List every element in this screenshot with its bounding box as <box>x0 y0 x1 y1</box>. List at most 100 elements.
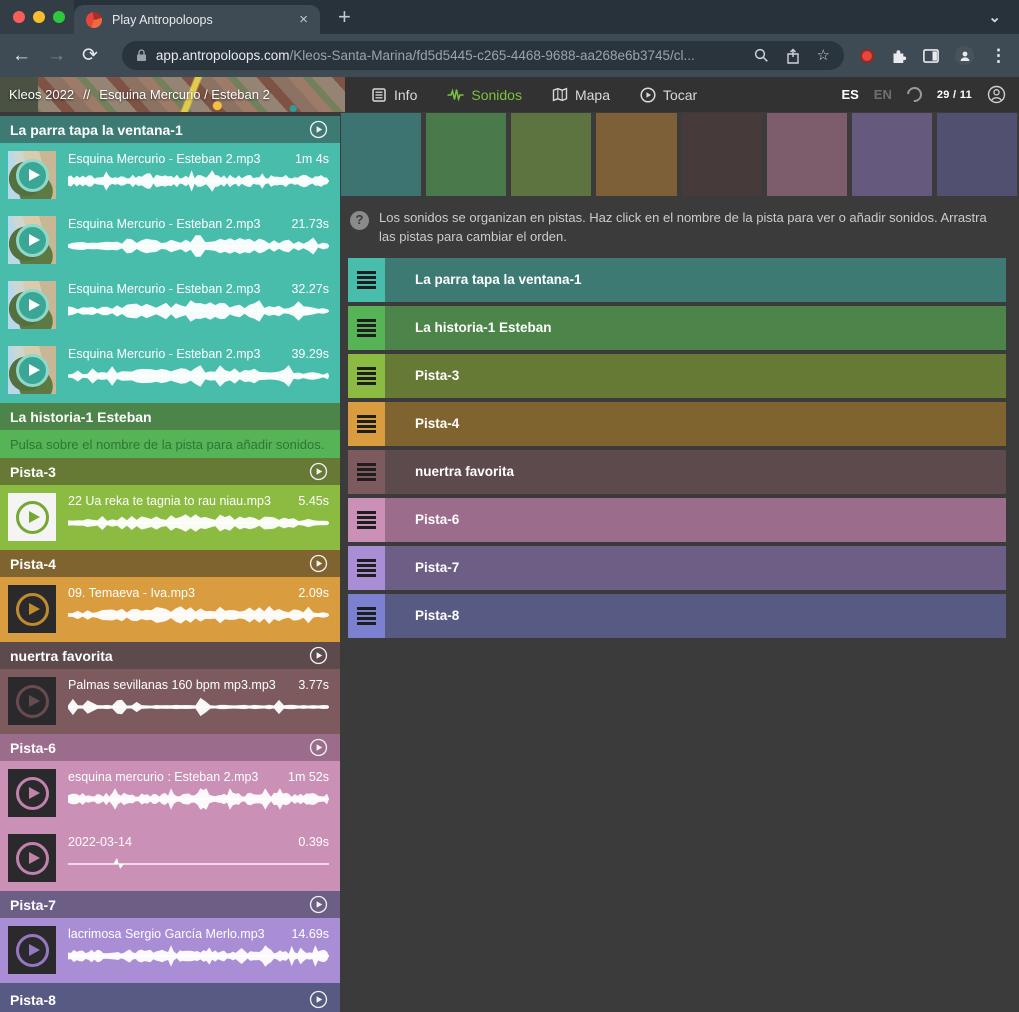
loader-ring-icon <box>904 84 925 105</box>
audio-clip[interactable]: esquina mercurio : Esteban 2.mp3 1m 52s <box>0 761 340 826</box>
fullscreen-window-button[interactable] <box>53 11 65 23</box>
zoom-page-icon[interactable] <box>754 48 769 63</box>
clip-waveform <box>68 299 329 323</box>
audio-clip[interactable]: 09. Temaeva - Iva.mp3 2.09s <box>0 577 340 642</box>
track-drag-handle[interactable] <box>348 594 385 638</box>
clip-play-button[interactable] <box>16 501 49 534</box>
track-bar[interactable]: Pista-3 <box>348 354 1006 398</box>
clip-thumbnail[interactable] <box>8 151 56 199</box>
app-nav: Info Sonidos Mapa Tocar <box>345 77 697 112</box>
track-bar-label: Pista-3 <box>385 354 1006 398</box>
clip-thumbnail[interactable] <box>8 926 56 974</box>
track-drag-handle[interactable] <box>348 306 385 350</box>
close-window-button[interactable] <box>13 11 25 23</box>
nav-tab-info[interactable]: Info <box>371 87 417 103</box>
bookmark-star-icon[interactable]: ☆ <box>817 48 830 63</box>
share-icon[interactable] <box>786 48 800 64</box>
audio-clip[interactable]: Esquina Mercurio - Esteban 2.mp3 1m 4s <box>0 143 340 208</box>
clip-body: 22 Ua reka te tagnia to rau niau.mp3 5.4… <box>68 493 330 550</box>
track-header[interactable]: Pista-7 <box>0 891 340 918</box>
close-tab-icon[interactable]: × <box>299 11 308 28</box>
language-es[interactable]: ES <box>841 87 858 102</box>
clip-play-button[interactable] <box>16 593 49 626</box>
clip-thumbnail[interactable] <box>8 346 56 394</box>
clip-thumbnail[interactable] <box>8 834 56 882</box>
address-bar[interactable]: app.antropoloops.com /Kleos-Santa-Marina… <box>122 41 844 70</box>
back-button[interactable]: ← <box>12 46 31 65</box>
track-header[interactable]: Pista-3 <box>0 458 340 485</box>
nav-tab-sonidos[interactable]: Sonidos <box>447 87 522 103</box>
play-triangle-icon <box>29 364 40 376</box>
track-header[interactable]: La parra tapa la ventana-1 <box>0 116 340 143</box>
audio-clip[interactable]: Palmas sevillanas 160 bpm mp3.mp3 3.77s <box>0 669 340 734</box>
track-play-icon[interactable] <box>309 646 328 665</box>
browser-menu-icon[interactable]: ⋮ <box>990 46 1007 66</box>
track-drag-handle[interactable] <box>348 354 385 398</box>
audio-clip[interactable]: lacrimosa Sergio García Merlo.mp3 14.69s <box>0 918 340 983</box>
nav-tab-mapa[interactable]: Mapa <box>552 87 610 103</box>
audio-clip[interactable]: Esquina Mercurio - Esteban 2.mp3 21.73s <box>0 208 340 273</box>
forward-button[interactable]: → <box>47 46 66 65</box>
clip-thumbnail[interactable] <box>8 493 56 541</box>
side-panel-icon[interactable] <box>923 49 939 63</box>
track-bar[interactable]: La parra tapa la ventana-1 <box>348 258 1006 302</box>
track-drag-handle[interactable] <box>348 258 385 302</box>
track-header[interactable]: La historia-1 Esteban <box>0 403 340 430</box>
nav-tab-tocar[interactable]: Tocar <box>640 87 697 103</box>
clip-thumbnail[interactable] <box>8 769 56 817</box>
track-drag-handle[interactable] <box>348 498 385 542</box>
audio-clip[interactable]: Esquina Mercurio - Esteban 2.mp3 32.27s <box>0 273 340 338</box>
minimize-window-button[interactable] <box>33 11 45 23</box>
language-en[interactable]: EN <box>874 87 892 102</box>
clip-thumbnail[interactable] <box>8 281 56 329</box>
browser-profile-avatar[interactable] <box>955 46 974 65</box>
clip-play-button[interactable] <box>16 289 49 322</box>
extensions-puzzle-icon[interactable] <box>890 47 907 64</box>
clip-play-button[interactable] <box>16 354 49 387</box>
clip-play-button[interactable] <box>16 842 49 875</box>
track-play-icon[interactable] <box>309 120 328 139</box>
account-icon[interactable] <box>987 85 1006 104</box>
clip-thumbnail[interactable] <box>8 677 56 725</box>
track-header[interactable]: nuertra favorita <box>0 642 340 669</box>
track-bar[interactable]: Pista-7 <box>348 546 1006 590</box>
track-play-icon[interactable] <box>309 738 328 757</box>
clip-play-button[interactable] <box>16 777 49 810</box>
track-bar[interactable]: Pista-4 <box>348 402 1006 446</box>
track-play-icon[interactable] <box>309 895 328 914</box>
clip-play-button[interactable] <box>16 224 49 257</box>
track-drag-handle[interactable] <box>348 402 385 446</box>
track-header[interactable]: Pista-6 <box>0 734 340 761</box>
track-bar[interactable]: Pista-8 <box>348 594 1006 638</box>
browser-tab[interactable]: Play Antropoloops × <box>74 5 320 34</box>
breadcrumb[interactable]: Kleos 2022 // Esquina Mercurio / Esteban… <box>0 77 345 112</box>
reload-button[interactable]: ⟳ <box>82 46 98 65</box>
clip-play-button[interactable] <box>16 685 49 718</box>
track-header[interactable]: Pista-4 <box>0 550 340 577</box>
record-indicator-icon[interactable] <box>860 49 874 63</box>
audio-clip[interactable]: 22 Ua reka te tagnia to rau niau.mp3 5.4… <box>0 485 340 550</box>
track-drag-handle[interactable] <box>348 546 385 590</box>
audio-clip[interactable]: Esquina Mercurio - Esteban 2.mp3 39.29s <box>0 338 340 403</box>
track-name: Pista-8 <box>10 992 301 1008</box>
play-triangle-icon <box>29 299 40 311</box>
track-bar[interactable]: La historia-1 Esteban <box>348 306 1006 350</box>
clip-thumbnail[interactable] <box>8 585 56 633</box>
track-play-icon[interactable] <box>309 462 328 481</box>
clip-waveform <box>68 944 329 968</box>
clip-play-button[interactable] <box>16 159 49 192</box>
track-drag-handle[interactable] <box>348 450 385 494</box>
new-tab-button[interactable]: + <box>338 6 351 28</box>
track-bar[interactable]: Pista-6 <box>348 498 1006 542</box>
clip-thumbnail[interactable] <box>8 216 56 264</box>
nav-label: Tocar <box>663 87 697 103</box>
track-header[interactable]: Pista-8 <box>0 983 340 1012</box>
audio-clip[interactable]: 2022-03-14 0.39s <box>0 826 340 891</box>
track-bar[interactable]: nuertra favorita <box>348 450 1006 494</box>
track-play-icon[interactable] <box>309 554 328 573</box>
avatar-person-icon <box>959 50 971 62</box>
track-name: Pista-4 <box>10 556 301 572</box>
tab-search-chevron-icon[interactable]: ⌄ <box>988 8 1001 26</box>
track-play-icon[interactable] <box>309 990 328 1009</box>
clip-play-button[interactable] <box>16 934 49 967</box>
